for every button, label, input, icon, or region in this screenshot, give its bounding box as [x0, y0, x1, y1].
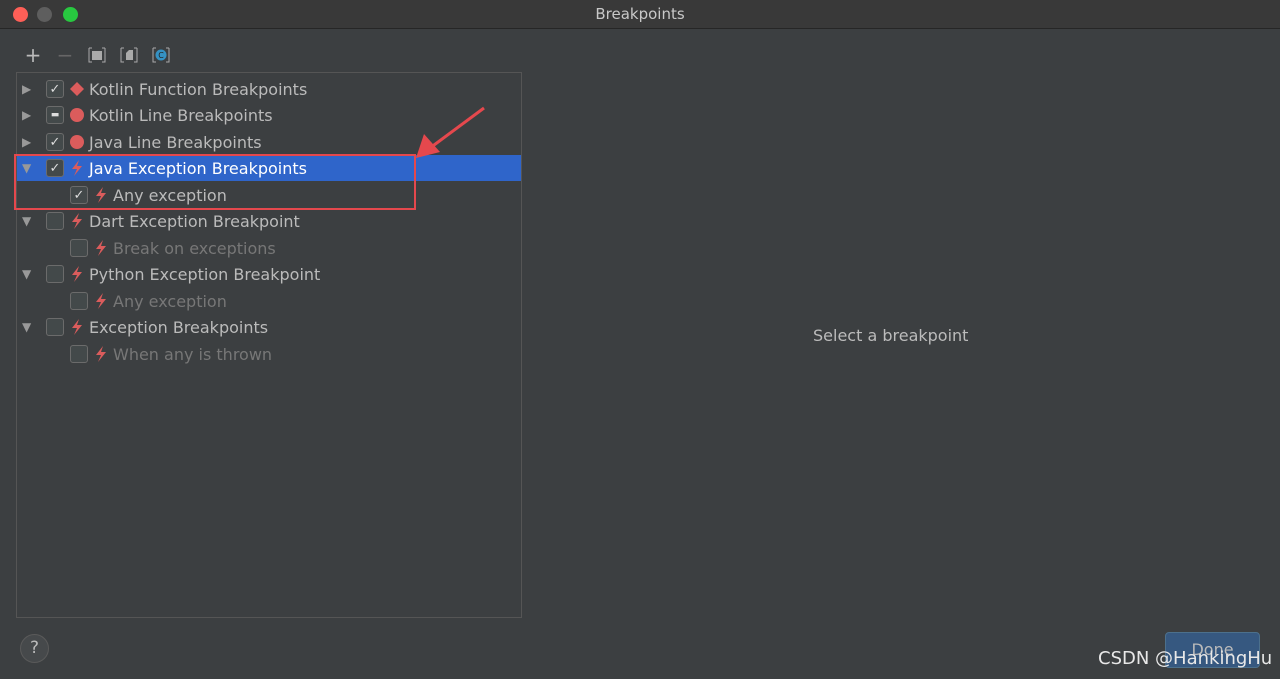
tree-row[interactable]: ▼ Python Exception Breakpoint	[17, 261, 521, 287]
tree-row[interactable]: ▼ Exception Breakpoints	[17, 314, 521, 340]
enable-checkbox[interactable]	[70, 345, 88, 363]
collapsed-arrow-icon[interactable]: ▶	[22, 135, 34, 149]
tree-row-label: Dart Exception Breakpoint	[89, 211, 300, 231]
enable-checkbox[interactable]	[70, 239, 88, 257]
annotation-highlight-box	[14, 154, 416, 210]
tree-row-label: Exception Breakpoints	[89, 317, 269, 337]
tree-row[interactable]: ▼ Dart Exception Breakpoint	[17, 208, 521, 234]
tree-row[interactable]: When any is thrown	[17, 341, 521, 367]
tree-row-label: Kotlin Line Breakpoints	[89, 105, 273, 125]
kotlin-function-breakpoint-icon	[69, 81, 85, 97]
toolbar: + − C	[22, 43, 172, 67]
tree-row-label: Any exception	[113, 291, 227, 311]
title-bar: Breakpoints	[0, 0, 1280, 29]
window-title: Breakpoints	[595, 5, 685, 23]
exception-breakpoint-icon	[69, 319, 85, 335]
close-window-button[interactable]	[13, 7, 28, 22]
exception-breakpoint-icon	[93, 240, 109, 256]
enable-checkbox[interactable]: ✓	[46, 133, 64, 151]
add-icon[interactable]: +	[22, 43, 44, 67]
maximize-window-button[interactable]	[63, 7, 78, 22]
tree-row[interactable]: ▶ ✓ Kotlin Function Breakpoints	[17, 76, 521, 102]
annotation-arrow-icon	[416, 106, 485, 158]
line-breakpoint-icon	[69, 107, 85, 123]
tree-row[interactable]: Break on exceptions	[17, 235, 521, 261]
enable-checkbox[interactable]	[70, 292, 88, 310]
help-button[interactable]: ?	[20, 634, 49, 663]
minimize-window-button[interactable]	[37, 7, 52, 22]
expanded-arrow-icon[interactable]: ▼	[22, 267, 34, 281]
remove-icon[interactable]: −	[54, 43, 76, 67]
svg-text:C: C	[158, 51, 164, 60]
enable-checkbox[interactable]	[46, 318, 64, 336]
tree-row-label: Kotlin Function Breakpoints	[89, 79, 308, 99]
exception-breakpoint-icon	[69, 213, 85, 229]
tree-row-label: Break on exceptions	[113, 238, 276, 258]
group-by-file-icon[interactable]	[118, 44, 140, 66]
enable-checkbox[interactable]	[46, 212, 64, 230]
expanded-arrow-icon[interactable]: ▼	[22, 214, 34, 228]
collapsed-arrow-icon[interactable]: ▶	[22, 108, 34, 122]
tree-row-label: Java Line Breakpoints	[89, 132, 262, 152]
tree-row-label: Python Exception Breakpoint	[89, 264, 321, 284]
collapsed-arrow-icon[interactable]: ▶	[22, 82, 34, 96]
exception-breakpoint-icon	[69, 266, 85, 282]
group-by-package-icon[interactable]	[86, 44, 108, 66]
expanded-arrow-icon[interactable]: ▼	[22, 320, 34, 334]
tree-row[interactable]: Any exception	[17, 288, 521, 314]
enable-checkbox[interactable]: ✓	[46, 80, 64, 98]
tree-row-label: When any is thrown	[113, 344, 273, 364]
watermark: CSDN @HankingHu	[1098, 648, 1273, 669]
enable-checkbox[interactable]: ▬	[46, 106, 64, 124]
enable-checkbox[interactable]	[46, 265, 64, 283]
group-by-class-icon[interactable]: C	[150, 44, 172, 66]
detail-placeholder: Select a breakpoint	[813, 326, 969, 345]
line-breakpoint-icon	[69, 134, 85, 150]
exception-breakpoint-icon	[93, 346, 109, 362]
exception-breakpoint-icon	[93, 293, 109, 309]
